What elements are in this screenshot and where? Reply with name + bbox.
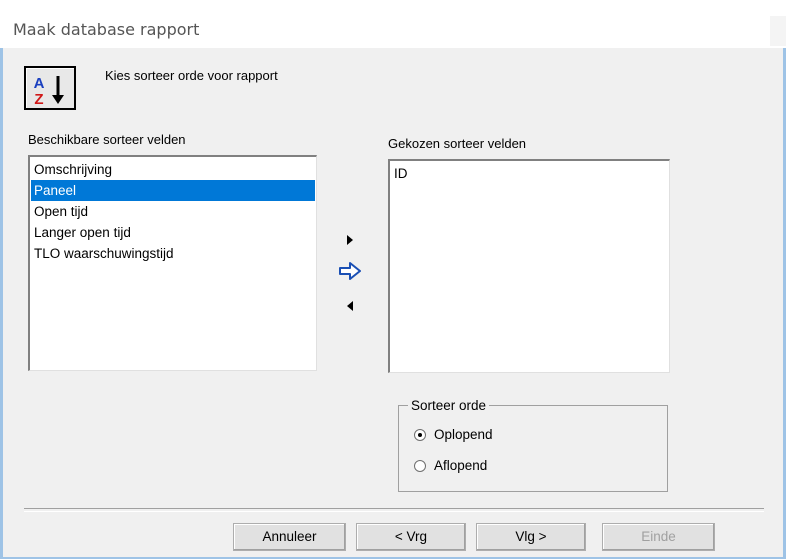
chosen-fields-list[interactable]: ID <box>388 159 670 373</box>
radio-ascending[interactable]: Oplopend <box>414 427 493 442</box>
available-fields-label: Beschikbare sorteer velden <box>28 132 186 147</box>
footer-separator <box>24 508 764 512</box>
list-item[interactable]: Paneel <box>31 180 315 201</box>
radio-descending[interactable]: Aflopend <box>414 458 487 473</box>
available-fields-list[interactable]: Omschrijving Paneel Open tijd Langer open t… <box>28 155 317 371</box>
list-item[interactable]: TLO waarschuwingstijd <box>31 243 315 264</box>
radio-descending-button[interactable] <box>414 459 426 472</box>
list-item[interactable]: Langer open tijd <box>31 222 315 243</box>
cancel-button[interactable]: Annuleer <box>233 523 346 551</box>
title-bar: Maak database rapport <box>0 0 786 48</box>
chosen-fields-label: Gekozen sorteer velden <box>388 136 527 151</box>
list-item[interactable]: Omschrijving <box>31 159 315 180</box>
list-item[interactable]: ID <box>391 163 668 184</box>
svg-text:A: A <box>34 75 45 92</box>
sort-order-legend: Sorteer orde <box>408 398 490 413</box>
header-instruction: Kies sorteer orde voor rapport <box>105 68 278 83</box>
finish-button[interactable]: Einde <box>602 523 715 551</box>
window-border-left <box>0 48 3 559</box>
previous-button[interactable]: < Vrg <box>356 523 466 551</box>
move-fields-arrow-icon[interactable] <box>338 262 362 283</box>
window-title: Maak database rapport <box>13 20 200 39</box>
sort-order-group <box>398 405 668 492</box>
radio-ascending-button[interactable] <box>414 428 426 441</box>
list-item[interactable]: Open tijd <box>31 201 315 222</box>
next-button[interactable]: Vlg > <box>476 523 586 551</box>
sort-az-icon: A Z <box>24 66 76 110</box>
add-field-arrow-icon[interactable] <box>346 234 354 249</box>
remove-field-arrow-icon[interactable] <box>346 300 354 315</box>
close-button[interactable] <box>770 16 786 46</box>
radio-ascending-label: Oplopend <box>434 427 493 442</box>
svg-text:Z: Z <box>34 91 43 108</box>
radio-descending-label: Aflopend <box>434 458 488 473</box>
